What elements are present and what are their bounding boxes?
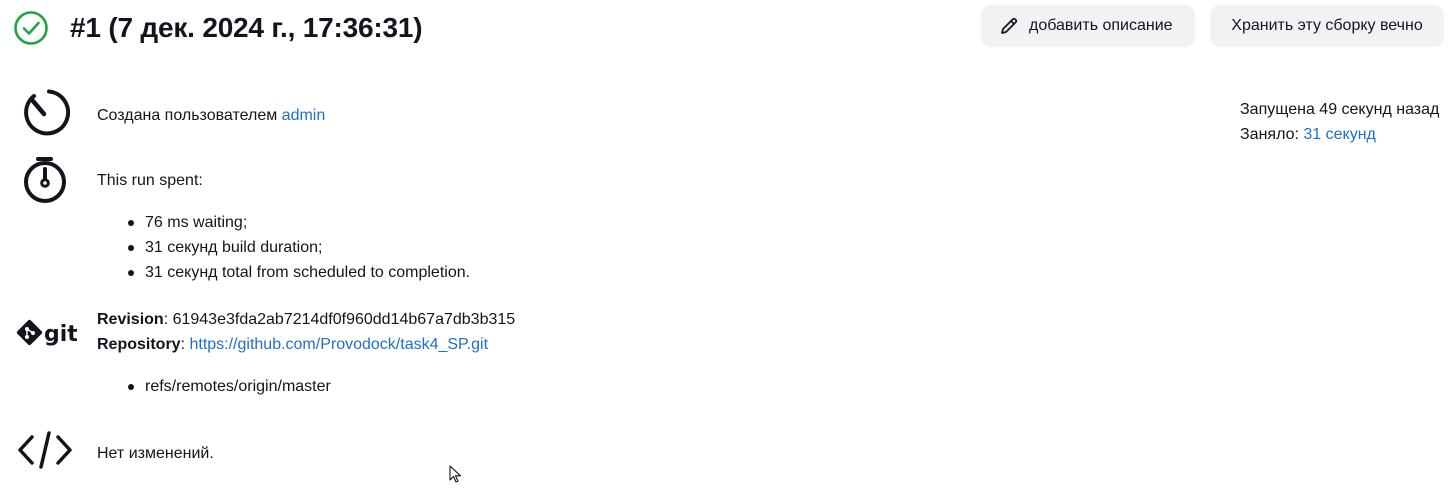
repository-label: Repository	[97, 336, 181, 353]
cause-text: Создана пользователем	[97, 107, 282, 124]
revision-label: Revision	[97, 311, 164, 328]
user-link[interactable]: admin	[282, 107, 326, 124]
no-changes-text: Нет изменений.	[97, 445, 214, 462]
build-cause: Создана пользователем admin	[97, 103, 325, 128]
timing-list: 76 ms waiting; 31 секунд build duration;…	[97, 210, 470, 285]
list-item: 76 ms waiting;	[97, 210, 470, 235]
check-circle-icon	[14, 11, 48, 45]
repository-link[interactable]: https://github.com/Provodock/task4_SP.gi…	[189, 336, 488, 353]
took-duration: Заняло: 31 секунд	[1240, 122, 1376, 147]
git-logo-icon: git	[15, 318, 78, 352]
stopwatch-icon	[20, 155, 70, 205]
revision-line: Revision: 61943e3fda2ab7214df0f960dd14b6…	[97, 307, 515, 332]
timing-heading: This run spent:	[97, 172, 203, 189]
repository-line: Repository: https://github.com/Provodock…	[97, 332, 488, 357]
duration-link[interactable]: 31 секунд	[1303, 126, 1376, 143]
build-status-icon	[13, 10, 49, 46]
duration-label: Заняло:	[1240, 126, 1304, 143]
page-title: #1 (7 дек. 2024 г., 17:36:31)	[70, 12, 423, 43]
mouse-cursor-icon	[449, 465, 463, 483]
svg-text:git: git	[44, 322, 77, 347]
revision-value: : 61943e3fda2ab7214df0f960dd14b67a7db3b3…	[163, 311, 516, 328]
pencil-icon	[999, 16, 1019, 36]
keep-forever-button[interactable]: Хранить эту сборку вечно	[1210, 5, 1444, 47]
list-item: 31 секунд total from scheduled to comple…	[97, 260, 470, 285]
list-item: 31 секунд build duration;	[97, 235, 470, 260]
keep-forever-label: Хранить эту сборку вечно	[1231, 17, 1423, 34]
dial-icon	[20, 87, 71, 137]
started-ago: Запущена 49 секунд назад	[1240, 101, 1440, 118]
add-description-label: добавить описание	[1029, 17, 1173, 34]
refs-list: refs/remotes/origin/master	[97, 374, 331, 399]
add-description-button[interactable]: добавить описание	[981, 5, 1195, 47]
list-item: refs/remotes/origin/master	[97, 374, 331, 399]
code-icon	[16, 430, 74, 470]
